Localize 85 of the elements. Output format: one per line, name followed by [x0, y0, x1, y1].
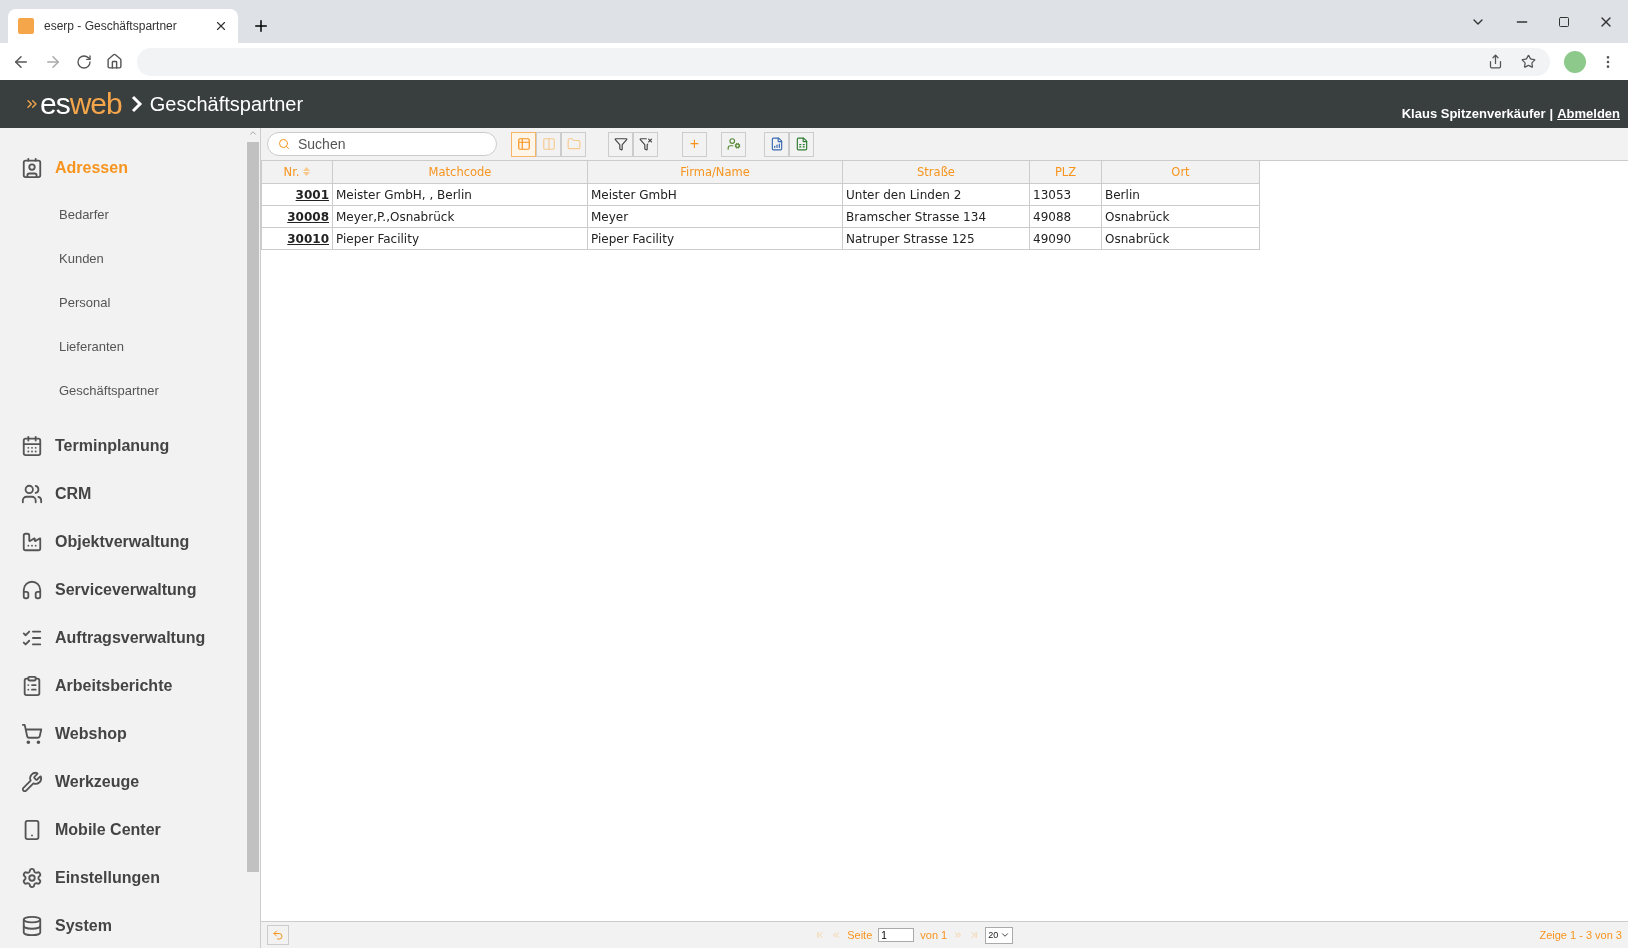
share-icon[interactable]	[1488, 54, 1503, 69]
excel-export-button[interactable]	[789, 131, 814, 157]
table-cell: Meyer	[587, 205, 843, 228]
nav-item[interactable]: Auftragsverwaltung	[0, 614, 246, 662]
new-tab-icon[interactable]	[252, 17, 270, 35]
nav-item[interactable]: Arbeitsberichte	[0, 662, 246, 710]
report-icon	[769, 137, 784, 151]
page-size-select[interactable]: 20	[985, 926, 1014, 944]
users-icon	[21, 483, 43, 505]
spreadsheet-icon	[794, 137, 809, 151]
contact-card-icon	[21, 157, 43, 179]
home-icon[interactable]	[106, 53, 123, 70]
close-icon[interactable]	[214, 19, 228, 33]
browser-tab[interactable]: eserp - Geschäftspartner	[8, 9, 238, 43]
calendar-icon	[21, 435, 43, 457]
clear-filter-button[interactable]	[633, 131, 658, 157]
search-field[interactable]: Suchen	[267, 132, 497, 156]
record-summary: Zeige 1 - 3 von 3	[1539, 929, 1622, 941]
nav-item[interactable]: Webshop	[0, 710, 246, 758]
table-cell: 49090	[1029, 227, 1102, 250]
clipboard-icon	[21, 675, 43, 697]
reload-icon[interactable]	[76, 53, 92, 70]
scrollbar-thumb[interactable]	[247, 142, 259, 872]
table-cell: Pieper Facility	[587, 227, 843, 250]
nav-item[interactable]: Einstellungen	[0, 854, 246, 902]
logo-text: web	[69, 87, 122, 121]
nav-item[interactable]: System	[0, 902, 246, 948]
grid-view-icon	[516, 137, 531, 151]
sort-icon	[303, 167, 311, 176]
nav-subitem[interactable]: Personal	[0, 280, 246, 324]
table-cell: Meister GmbH	[587, 183, 843, 206]
dropdown-caret-icon	[1000, 930, 1011, 940]
nav-item[interactable]: Objektverwaltung	[0, 518, 246, 566]
split-view-icon	[541, 137, 556, 151]
logout-link[interactable]: Abmelden	[1557, 106, 1620, 121]
table-cell: Meister GmbH, , Berlin	[332, 183, 588, 206]
page-label: Seite	[847, 929, 873, 941]
nav-item[interactable]: Serviceverwaltung	[0, 566, 246, 614]
table-cell: Unter den Linden 2	[842, 183, 1030, 206]
table-cell: Natruper Strasse 125	[842, 227, 1030, 250]
table-cell: Meyer,P.,Osnabrück	[332, 205, 588, 228]
table-cell: Osnabrück	[1101, 205, 1260, 228]
page-title: Geschäftspartner	[149, 92, 304, 116]
bookmark-star-icon[interactable]	[1521, 54, 1536, 69]
table-cell: Pieper Facility	[332, 227, 588, 250]
nav-item[interactable]: Terminplanung	[0, 422, 246, 470]
headset-icon	[21, 579, 43, 601]
nav-item[interactable]: Werkzeuge	[0, 758, 246, 806]
filter-icon	[613, 137, 628, 151]
tools-icon	[21, 771, 43, 793]
maximize-icon[interactable]	[1558, 15, 1570, 28]
edit-user-button[interactable]	[721, 131, 746, 157]
factory-icon	[21, 531, 43, 553]
separator-text: |	[1549, 106, 1554, 121]
settings-icon	[21, 867, 43, 889]
cart-icon	[21, 723, 43, 745]
table-cell: Berlin	[1101, 183, 1260, 206]
table-cell: Bramscher Strasse 134	[842, 205, 1030, 228]
logo-text: es	[40, 87, 70, 121]
table-cell: Osnabrück	[1101, 227, 1260, 250]
breadcrumb-chevron-icon	[129, 95, 144, 113]
nav-item[interactable]: CRM	[0, 470, 246, 518]
nav-item[interactable]: Mobile Center	[0, 806, 246, 854]
page-input[interactable]: 1	[878, 928, 915, 942]
view-toggle-button[interactable]	[511, 131, 536, 157]
user-gear-icon	[726, 137, 741, 151]
nav-subitem[interactable]: Kunden	[0, 236, 246, 280]
database-icon	[21, 915, 43, 937]
filter-clear-icon	[638, 137, 653, 151]
table-cell: 13053	[1029, 183, 1102, 206]
search-icon	[278, 138, 290, 150]
user-name: Klaus Spitzenverkäufer	[1401, 106, 1546, 121]
folder-view-icon	[566, 137, 581, 151]
report-button[interactable]	[764, 131, 789, 157]
undo-icon	[272, 929, 284, 941]
page-count: von 1	[920, 929, 948, 941]
nav-subitem[interactable]: Lieferanten	[0, 324, 246, 368]
nav-subitem[interactable]: Bedarfer	[0, 192, 246, 236]
tab-title: eserp - Geschäftspartner	[44, 19, 178, 33]
view-toggle-button[interactable]	[561, 131, 586, 157]
filter-button[interactable]	[608, 131, 633, 157]
table-cell: 49088	[1029, 205, 1102, 228]
view-toggle-button[interactable]	[536, 131, 561, 157]
site-favicon-icon	[18, 18, 34, 34]
nav-subitem[interactable]: Geschäftspartner	[0, 368, 246, 412]
